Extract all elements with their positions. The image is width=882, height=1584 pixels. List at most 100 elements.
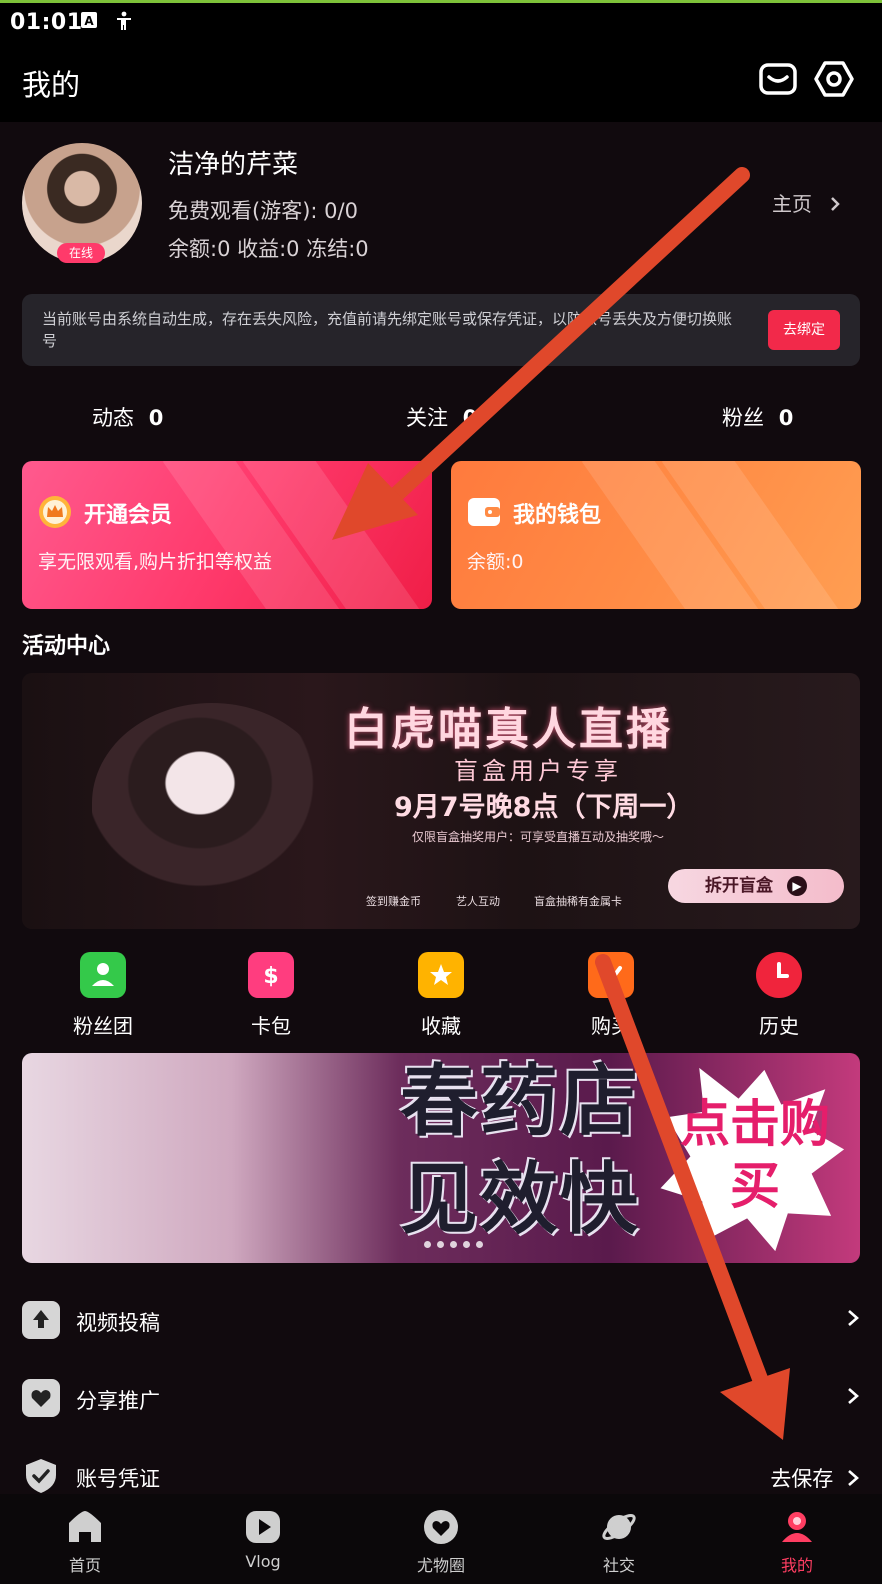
carousel-dots bbox=[424, 1233, 489, 1252]
stat-label: 动态 bbox=[92, 406, 134, 430]
live-stream-banner[interactable]: 白虎喵真人直播 盲盒用户专享 9月7号晚8点（下周一） 仅限盲盒抽奖用户：可享受… bbox=[22, 673, 860, 929]
share-icon bbox=[22, 1379, 60, 1417]
fans-group-icon[interactable] bbox=[80, 952, 126, 998]
ad-headline: 春药店 见效快 bbox=[400, 1053, 640, 1249]
chevron-right-icon bbox=[831, 197, 841, 211]
mail-icon[interactable] bbox=[758, 59, 798, 99]
carousel-dot[interactable] bbox=[437, 1241, 444, 1248]
quick-action-label: 收藏 bbox=[421, 1014, 461, 1038]
user-name: 洁净的芹菜 bbox=[168, 150, 299, 180]
balance-text: 余额:0 收益:0 冻结:0 bbox=[168, 237, 369, 261]
tab-social[interactable]: 社交 bbox=[559, 1494, 679, 1584]
menu-right bbox=[840, 1385, 860, 1409]
home-link[interactable]: 主页 bbox=[772, 188, 842, 217]
tab-label: 首页 bbox=[68, 1556, 101, 1575]
tab-label: Vlog bbox=[245, 1552, 281, 1571]
banner-feature: 盲盒抽稀有金属卡 bbox=[534, 895, 622, 908]
quick-action-label: 购买 bbox=[591, 1014, 631, 1038]
heart-circle-icon bbox=[422, 1508, 460, 1546]
tab-vlog[interactable]: Vlog bbox=[203, 1494, 323, 1584]
upload-icon bbox=[22, 1301, 60, 1339]
profile-icon bbox=[778, 1508, 816, 1546]
stat-value: 0 bbox=[148, 406, 164, 430]
page-header: 我的 bbox=[0, 40, 882, 122]
activity-center-title: 活动中心 bbox=[22, 634, 111, 659]
menu-row-share[interactable]: 分享推广 bbox=[22, 1371, 860, 1427]
wallet-card-subtitle: 余额:0 bbox=[467, 551, 524, 573]
wallet-card-title: 我的钱包 bbox=[513, 503, 602, 528]
play-icon bbox=[244, 1508, 282, 1546]
bind-account-button[interactable]: 去绑定 bbox=[768, 310, 840, 350]
vip-card[interactable]: 开通会员 享无限观看,购片折扣等权益 bbox=[22, 461, 432, 609]
wallet-card[interactable]: 我的钱包 余额:0 bbox=[451, 461, 861, 609]
menu-row-video-upload[interactable]: 视频投稿 bbox=[22, 1293, 860, 1349]
planet-icon bbox=[600, 1508, 638, 1546]
shop-ad-banner[interactable]: 春药店 见效快 点击购买 bbox=[22, 1053, 860, 1263]
menu-label: 视频投稿 bbox=[76, 1311, 160, 1335]
ad-cta: 点击购买 bbox=[680, 1094, 830, 1215]
carousel-dot[interactable] bbox=[424, 1241, 431, 1248]
history-icon[interactable] bbox=[756, 952, 802, 998]
chevron-right-icon bbox=[848, 1388, 859, 1404]
carousel-dot[interactable] bbox=[476, 1241, 483, 1248]
bottom-tab-bar: 首页 Vlog 尤物圈 社交 我的 bbox=[0, 1494, 882, 1584]
menu-label: 账号凭证 bbox=[76, 1467, 160, 1491]
tab-circle[interactable]: 尤物圈 bbox=[381, 1494, 501, 1584]
svg-text:A: A bbox=[84, 14, 94, 28]
arrow-right-icon: ▶ bbox=[786, 876, 807, 896]
menu-label: 分享推广 bbox=[76, 1389, 160, 1413]
account-notice: 当前账号由系统自动生成，存在丢失风险，充值前请先绑定账号或保存凭证，以防账号丢失… bbox=[22, 294, 860, 366]
tab-label: 我的 bbox=[780, 1556, 813, 1575]
svg-text:$: $ bbox=[263, 964, 278, 989]
chevron-right-icon bbox=[848, 1310, 859, 1326]
ad-line-1: 春药店 bbox=[400, 1056, 641, 1147]
purchase-icon[interactable] bbox=[588, 952, 634, 998]
wallet-icon bbox=[467, 497, 501, 527]
home-icon bbox=[66, 1508, 104, 1546]
banner-feature: 签到赚金币 bbox=[366, 895, 421, 908]
settings-hex-icon[interactable] bbox=[814, 59, 854, 99]
stat-label: 关注 bbox=[406, 406, 448, 430]
page-title: 我的 bbox=[22, 68, 81, 102]
quick-action-label: 卡包 bbox=[251, 1014, 291, 1038]
home-link-label: 主页 bbox=[772, 192, 812, 216]
banner-feature: 艺人互动 bbox=[456, 895, 500, 908]
open-blind-box-button[interactable]: 拆开盲盒 ▶ bbox=[668, 869, 844, 903]
card-pack-icon[interactable]: $ bbox=[248, 952, 294, 998]
banner-note: 仅限盲盒抽奖用户：可享受直播互动及抽奖哦～ bbox=[412, 830, 665, 844]
notification-a-icon: A bbox=[80, 11, 98, 31]
status-time: 01:01 bbox=[10, 10, 83, 35]
carousel-dot[interactable] bbox=[450, 1241, 457, 1248]
stat-value: 0 bbox=[778, 406, 794, 430]
stat-value: 0 bbox=[462, 406, 478, 430]
vip-card-subtitle: 享无限观看,购片折扣等权益 bbox=[38, 551, 273, 573]
carousel-dot[interactable] bbox=[463, 1241, 470, 1248]
tab-label: 尤物圈 bbox=[416, 1556, 465, 1575]
banner-title: 白虎喵真人直播 bbox=[344, 704, 673, 755]
favorite-icon[interactable] bbox=[418, 952, 464, 998]
shield-check-icon bbox=[22, 1457, 60, 1495]
vip-card-title: 开通会员 bbox=[84, 503, 173, 528]
online-badge: 在线 bbox=[57, 243, 105, 263]
stat-posts[interactable]: 动态 0 bbox=[92, 402, 163, 432]
notice-text: 当前账号由系统自动生成，存在丢失风险，充值前请先绑定账号或保存凭证，以防账号丢失… bbox=[42, 310, 733, 350]
free-views-text: 免费观看(游客): 0/0 bbox=[168, 199, 358, 223]
menu-right: 去保存 bbox=[770, 1463, 860, 1493]
banner-date: 9月7号晚8点（下周一） bbox=[394, 792, 694, 823]
stat-following[interactable]: 关注 0 bbox=[406, 402, 477, 432]
stat-fans[interactable]: 粉丝 0 bbox=[722, 402, 793, 432]
chevron-right-icon bbox=[848, 1470, 859, 1486]
menu-right bbox=[840, 1307, 860, 1331]
status-bar: 01:01 A bbox=[0, 0, 882, 40]
tab-label: 社交 bbox=[602, 1556, 635, 1575]
quick-action-label: 历史 bbox=[759, 1014, 799, 1038]
banner-subtitle: 盲盒用户专享 bbox=[454, 757, 622, 785]
tab-home[interactable]: 首页 bbox=[25, 1494, 145, 1584]
open-blind-box-label: 拆开盲盒 bbox=[705, 876, 774, 896]
quick-action-label: 粉丝团 bbox=[73, 1014, 133, 1038]
banner-figure bbox=[92, 703, 332, 903]
accessibility-icon bbox=[115, 11, 133, 31]
crown-icon bbox=[38, 495, 72, 529]
stat-label: 粉丝 bbox=[722, 406, 764, 430]
tab-mine[interactable]: 我的 bbox=[737, 1494, 857, 1584]
